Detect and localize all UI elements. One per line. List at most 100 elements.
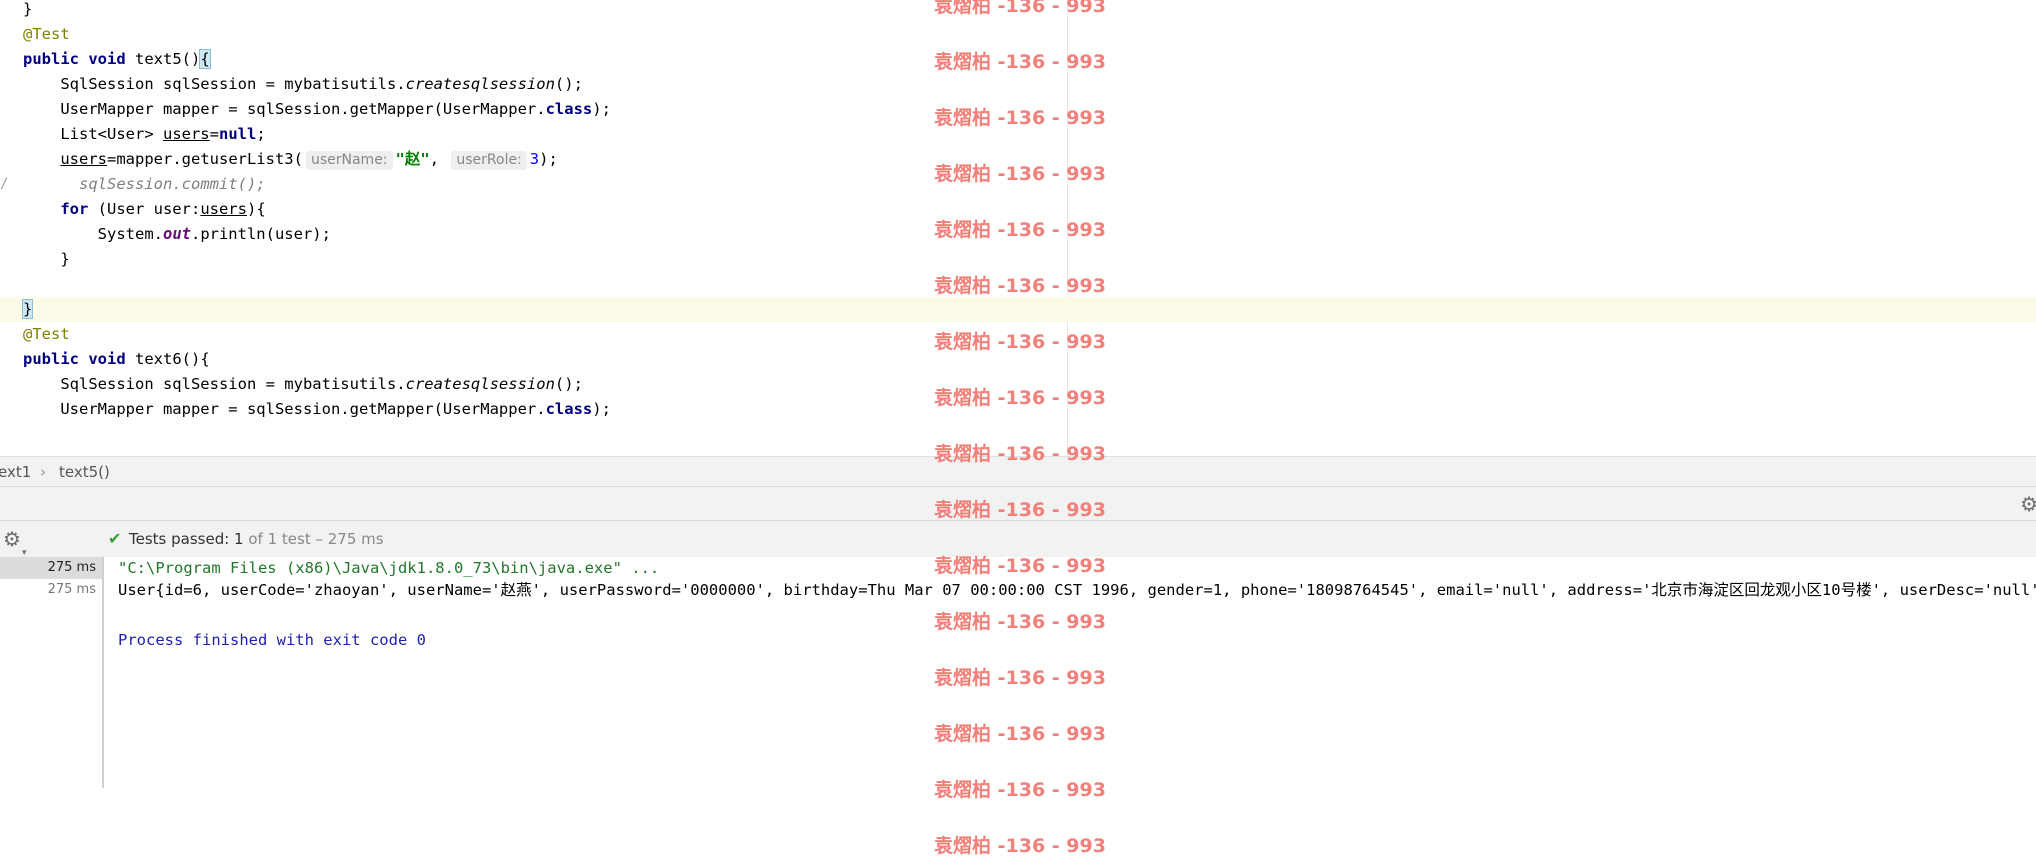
code-token: void bbox=[88, 350, 135, 368]
watermark-text: 袁熠柏 -136 - 993 bbox=[934, 443, 1106, 465]
code-text: public void text5(){ bbox=[23, 47, 211, 72]
code-text: } bbox=[23, 247, 70, 272]
watermark-text: 袁熠柏 -136 - 993 bbox=[934, 667, 1106, 689]
console-exit-line: Process finished with exit code 0 bbox=[118, 631, 426, 649]
parameter-hint: userName: bbox=[305, 151, 393, 170]
code-line[interactable]: } bbox=[0, 297, 2036, 322]
code-token: System. bbox=[23, 225, 163, 243]
watermark-text: 袁熠柏 -136 - 993 bbox=[934, 219, 1106, 241]
watermark-text: 袁熠柏 -136 - 993 bbox=[934, 611, 1106, 633]
code-token: .println(user); bbox=[190, 225, 331, 243]
code-text: List<User> users=null; bbox=[23, 122, 266, 147]
code-token: sqlSession.commit(); bbox=[79, 175, 266, 193]
console-output-line: User{id=6, userCode='zhaoyan', userName=… bbox=[118, 581, 2036, 599]
breadcrumb-method[interactable]: text5() bbox=[59, 457, 110, 487]
code-token: @Test bbox=[23, 25, 70, 43]
watermark-text: 袁熠柏 -136 - 993 bbox=[934, 499, 1106, 521]
parameter-hint: userRole: bbox=[451, 151, 527, 170]
watermark-text: 袁熠柏 -136 - 993 bbox=[934, 51, 1106, 73]
code-token: void bbox=[88, 50, 135, 68]
code-token: } bbox=[23, 0, 33, 18]
code-token: for bbox=[60, 200, 98, 218]
code-line[interactable]: @Test bbox=[0, 22, 2036, 47]
tests-passed-count: 1 bbox=[234, 530, 244, 548]
code-token: ); bbox=[592, 400, 611, 418]
breadcrumb-separator: › bbox=[40, 463, 46, 481]
code-text: SqlSession sqlSession = mybatisutils.cre… bbox=[23, 72, 583, 97]
code-token: { bbox=[199, 49, 211, 69]
code-token: users bbox=[200, 200, 247, 218]
code-text: } bbox=[21, 297, 34, 322]
code-token: SqlSession sqlSession = mybatisutils. bbox=[23, 75, 406, 93]
code-token: class bbox=[545, 100, 593, 118]
code-token: } bbox=[23, 250, 70, 268]
code-token: @Test bbox=[23, 325, 70, 343]
code-token: (); bbox=[554, 375, 583, 393]
gutter-marker: / bbox=[0, 176, 9, 192]
watermark-text: 袁熠柏 -136 - 993 bbox=[934, 723, 1106, 745]
code-token: ){ bbox=[246, 200, 266, 218]
watermark-text: 袁熠柏 -136 - 993 bbox=[934, 835, 1106, 857]
check-icon: ✔ bbox=[108, 529, 122, 548]
code-text: for (User user:users){ bbox=[23, 197, 266, 222]
code-token: 3 bbox=[529, 150, 540, 168]
code-token: public bbox=[23, 350, 89, 368]
code-token: = bbox=[209, 125, 219, 143]
code-text: System.out.println(user); bbox=[23, 222, 331, 247]
code-token: public bbox=[23, 50, 89, 68]
code-token: , bbox=[429, 150, 449, 168]
watermark-text: 袁熠柏 -136 - 993 bbox=[934, 555, 1106, 577]
test-tree-row[interactable]: 275 ms bbox=[0, 557, 102, 579]
tests-passed-text: Tests passed: 1 of 1 test – 275 ms bbox=[129, 521, 384, 557]
code-token: ; bbox=[256, 125, 266, 143]
code-token: =mapper.getuserList3( bbox=[107, 150, 303, 168]
code-token: users bbox=[60, 150, 107, 168]
watermark-text: 袁熠柏 -136 - 993 bbox=[934, 387, 1106, 409]
watermark-text: 袁熠柏 -136 - 993 bbox=[934, 275, 1106, 297]
code-text: SqlSession sqlSession = mybatisutils.cre… bbox=[23, 372, 583, 397]
code-token: text6(){ bbox=[135, 350, 210, 368]
code-token: UserMapper mapper = sqlSession.getMapper… bbox=[23, 100, 546, 118]
code-token: class bbox=[545, 400, 593, 418]
code-token: createsqlsession bbox=[405, 75, 555, 93]
gear-icon[interactable]: ⚙ bbox=[2020, 494, 2036, 514]
watermark-text: 袁熠柏 -136 - 993 bbox=[934, 163, 1106, 185]
code-text: users=mapper.getuserList3(userName: "赵", … bbox=[23, 147, 558, 172]
watermark-text: 袁熠柏 -136 - 993 bbox=[934, 107, 1106, 129]
console-command-line[interactable]: "C:\Program Files (x86)\Java\jdk1.8.0_73… bbox=[118, 557, 659, 579]
code-token: users bbox=[162, 125, 210, 143]
test-duration: 275 ms bbox=[47, 560, 96, 575]
code-token: (User user: bbox=[97, 200, 201, 218]
code-text: UserMapper mapper = sqlSession.getMapper… bbox=[23, 97, 611, 122]
tests-passed-label: Tests passed: bbox=[129, 530, 235, 548]
test-tree-row[interactable]: 275 ms bbox=[0, 579, 102, 601]
breadcrumb-class[interactable]: ext1 bbox=[0, 457, 31, 487]
run-settings-gear-icon[interactable]: ⚙ bbox=[3, 529, 21, 549]
run-console: 275 ms 275 ms "C:\Program Files (x86)\Ja… bbox=[0, 557, 2036, 864]
code-token: out bbox=[162, 225, 191, 243]
test-tree: 275 ms 275 ms bbox=[0, 557, 104, 788]
code-token: ); bbox=[539, 150, 558, 168]
test-duration: 275 ms bbox=[47, 582, 96, 597]
code-token: "赵" bbox=[395, 150, 430, 168]
test-status-bar: ⚙ ▾ ✔ Tests passed: 1 of 1 test – 275 ms bbox=[0, 520, 2036, 558]
code-line[interactable]: } bbox=[0, 247, 2036, 272]
watermark-text: 袁熠柏 -136 - 993 bbox=[934, 0, 1106, 17]
code-line[interactable]: SqlSession sqlSession = mybatisutils.cre… bbox=[0, 72, 2036, 97]
tests-passed-detail: of 1 test – 275 ms bbox=[243, 530, 384, 548]
code-token: createsqlsession bbox=[405, 375, 555, 393]
code-text: public void text6(){ bbox=[23, 347, 210, 372]
code-text: } bbox=[23, 0, 32, 22]
code-token: ); bbox=[592, 100, 611, 118]
code-token: List<User> bbox=[23, 125, 163, 143]
code-token: } bbox=[21, 299, 34, 319]
watermark-text: 袁熠柏 -136 - 993 bbox=[934, 331, 1106, 353]
watermark-text: 袁熠柏 -136 - 993 bbox=[934, 779, 1106, 801]
code-token: UserMapper mapper = sqlSession.getMapper… bbox=[23, 400, 546, 418]
code-text: @Test bbox=[23, 322, 70, 347]
code-token: (); bbox=[554, 75, 583, 93]
code-token: null bbox=[219, 125, 257, 143]
